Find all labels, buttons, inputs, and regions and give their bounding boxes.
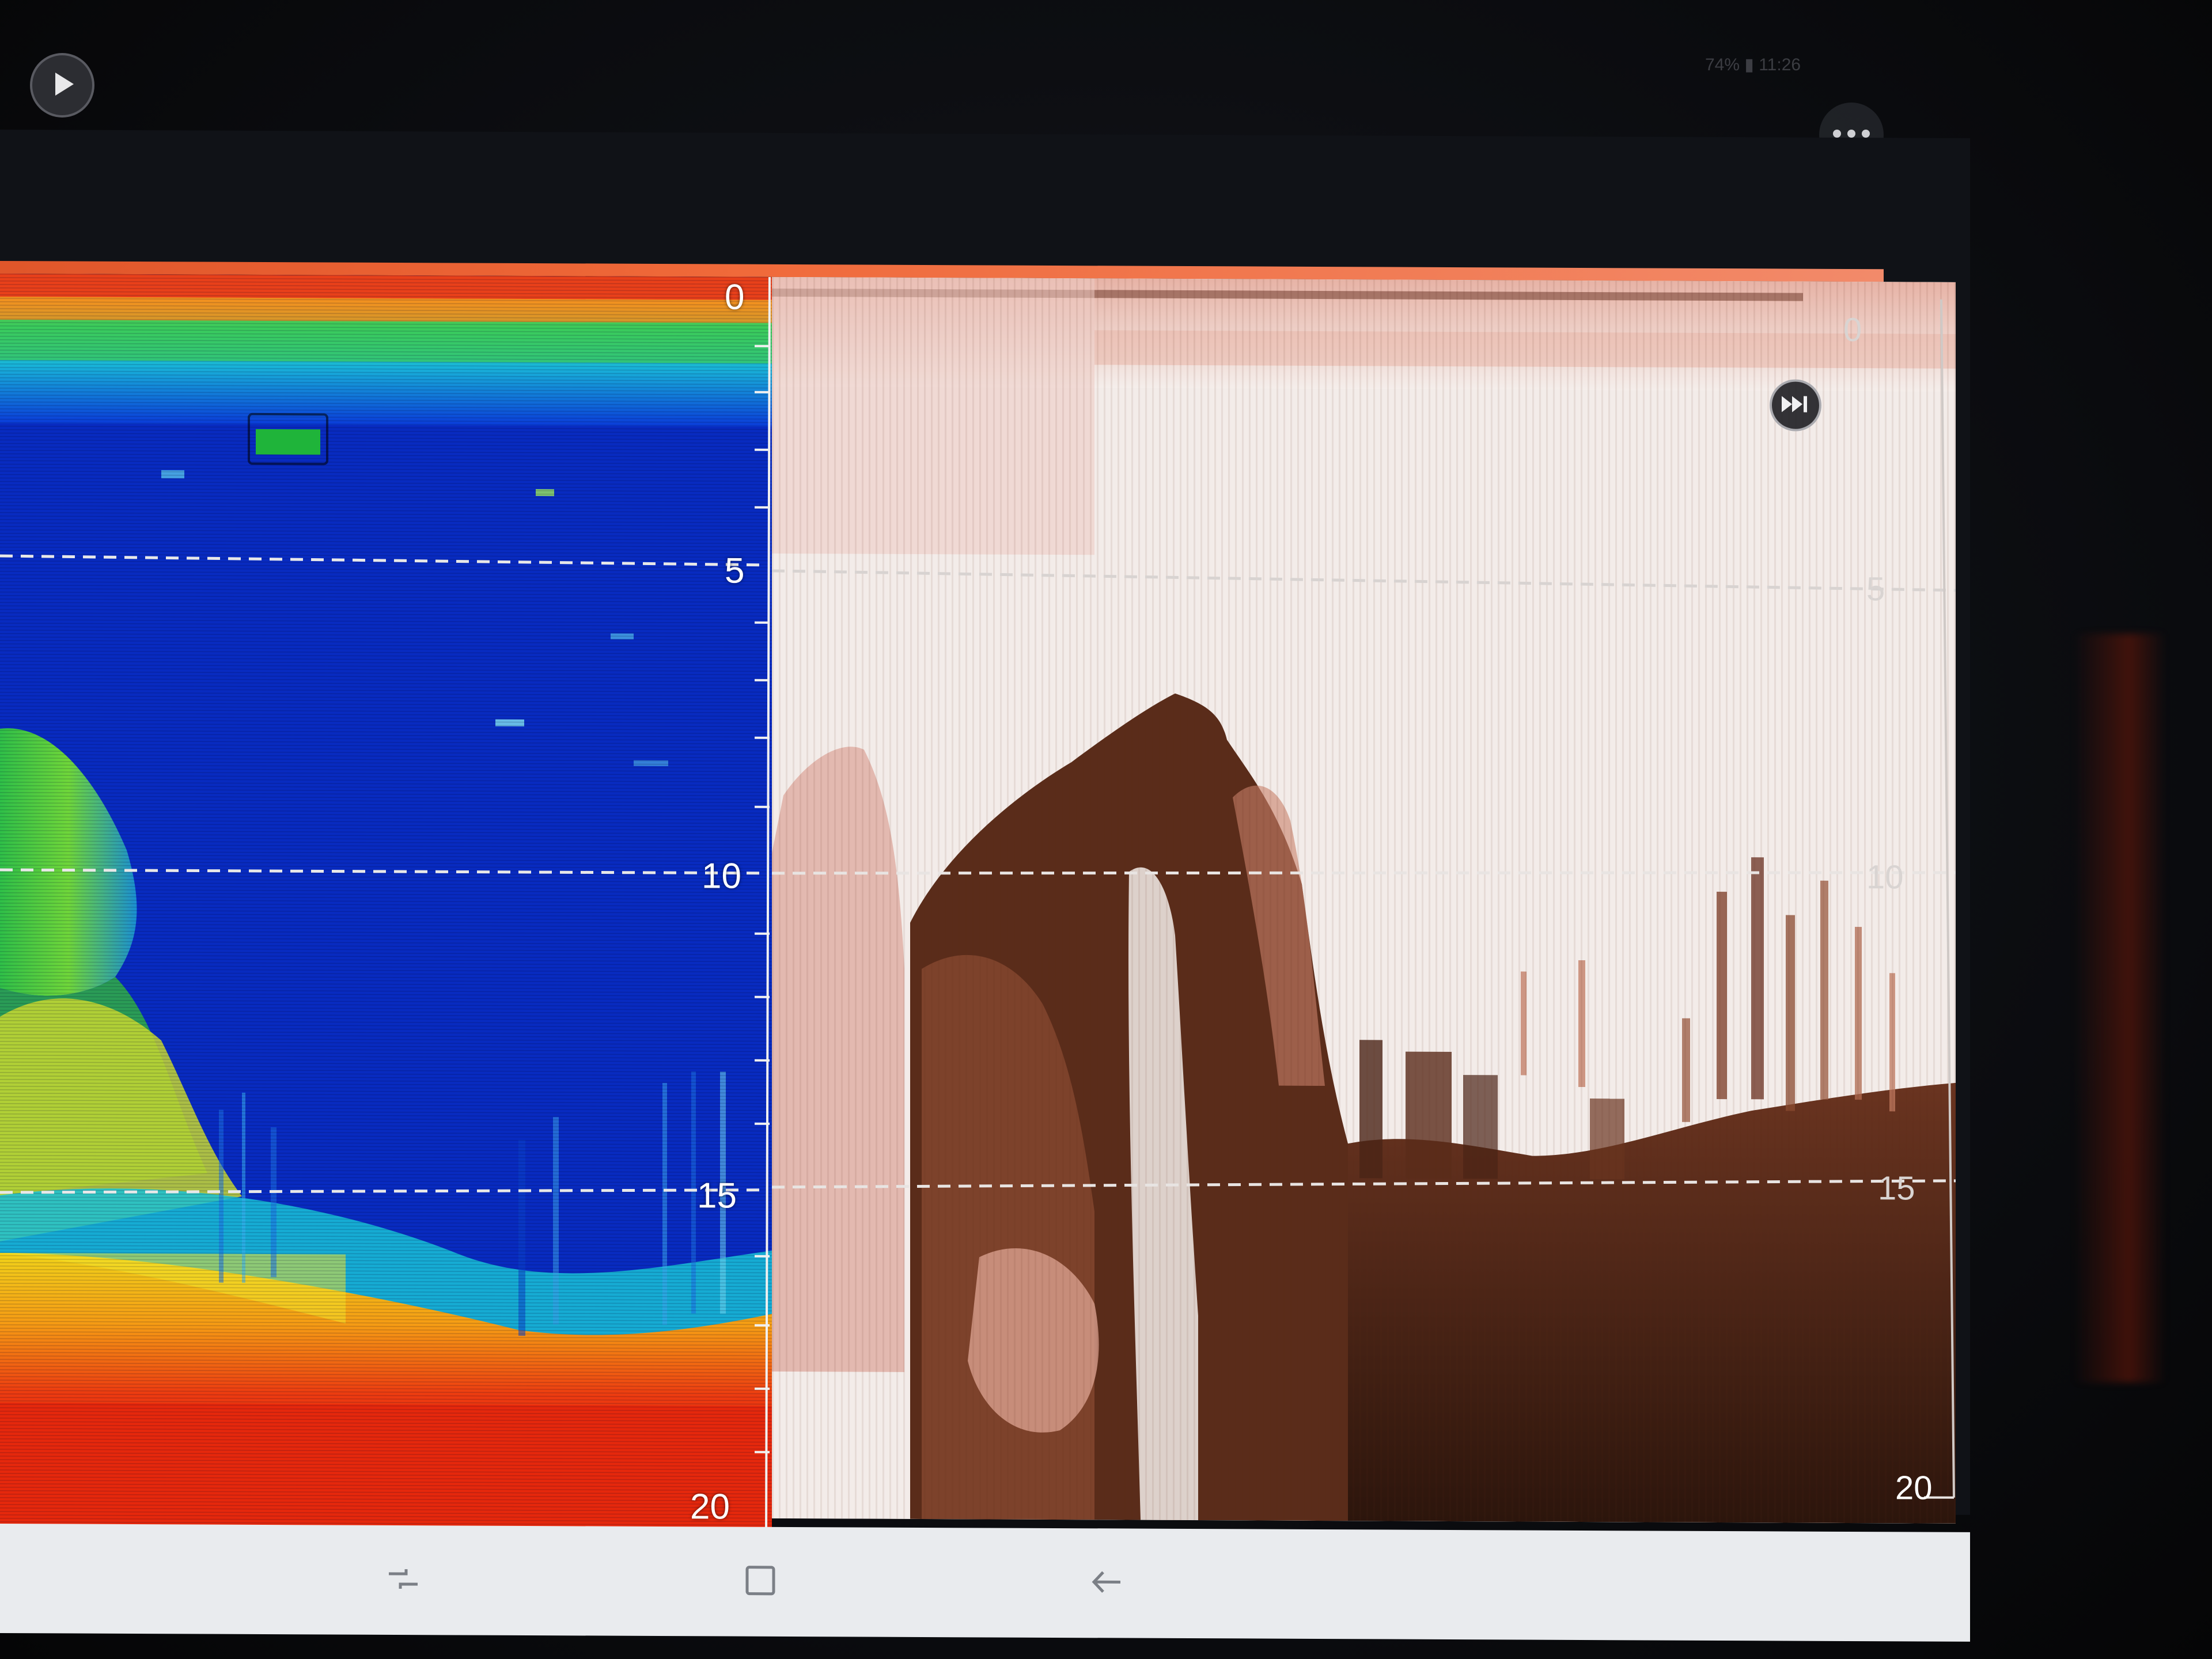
depth-label-right-0: 0 — [1843, 310, 1862, 349]
depth-label-right-15: 15 — [1878, 1169, 1915, 1207]
status-text: 74% ▮ 11:26 — [1705, 55, 1801, 74]
system-nav-bar — [0, 1524, 1970, 1642]
depth-label-right-10: 10 — [1866, 858, 1904, 896]
recents-icon — [383, 1558, 423, 1601]
depth-label-15: 15 — [697, 1176, 737, 1216]
sonar-color-image — [0, 274, 772, 1539]
range-marker[interactable] — [248, 412, 328, 465]
sonar-panel-color[interactable]: 0 5 10 15 20 — [0, 274, 772, 1539]
home-button[interactable] — [737, 1559, 783, 1605]
play-button[interactable] — [30, 53, 94, 118]
depth-label-5: 5 — [725, 551, 745, 591]
range-marker-fill — [256, 429, 320, 455]
status-bar: 74% ▮ 11:26 — [1705, 53, 1878, 76]
sonar-panel-sepia[interactable]: 0 5 10 15 20 — [772, 276, 1956, 1524]
recents-button[interactable] — [380, 1557, 426, 1603]
depth-label-right-20: 20 — [1895, 1469, 1933, 1507]
depth-label-10: 10 — [702, 856, 741, 896]
back-button[interactable] — [1083, 1560, 1129, 1606]
depth-label-right-5: 5 — [1866, 570, 1885, 608]
fast-forward-button[interactable] — [1770, 379, 1821, 431]
sonar-sepia-image — [772, 276, 1956, 1524]
photo-stage: 74% ▮ 11:26 0 5 10 15 20 0 5 10 15 20 — [0, 0, 2212, 1659]
back-icon — [1086, 1562, 1126, 1605]
depth-label-0: 0 — [725, 277, 745, 317]
device-screen: 0 5 10 15 20 0 5 10 15 20 — [0, 130, 1970, 1642]
play-icon — [45, 67, 79, 104]
home-icon — [740, 1560, 781, 1603]
depth-label-20: 20 — [690, 1487, 730, 1527]
fast-forward-icon — [1779, 392, 1812, 418]
device-bezel-edge — [2074, 634, 2166, 1382]
